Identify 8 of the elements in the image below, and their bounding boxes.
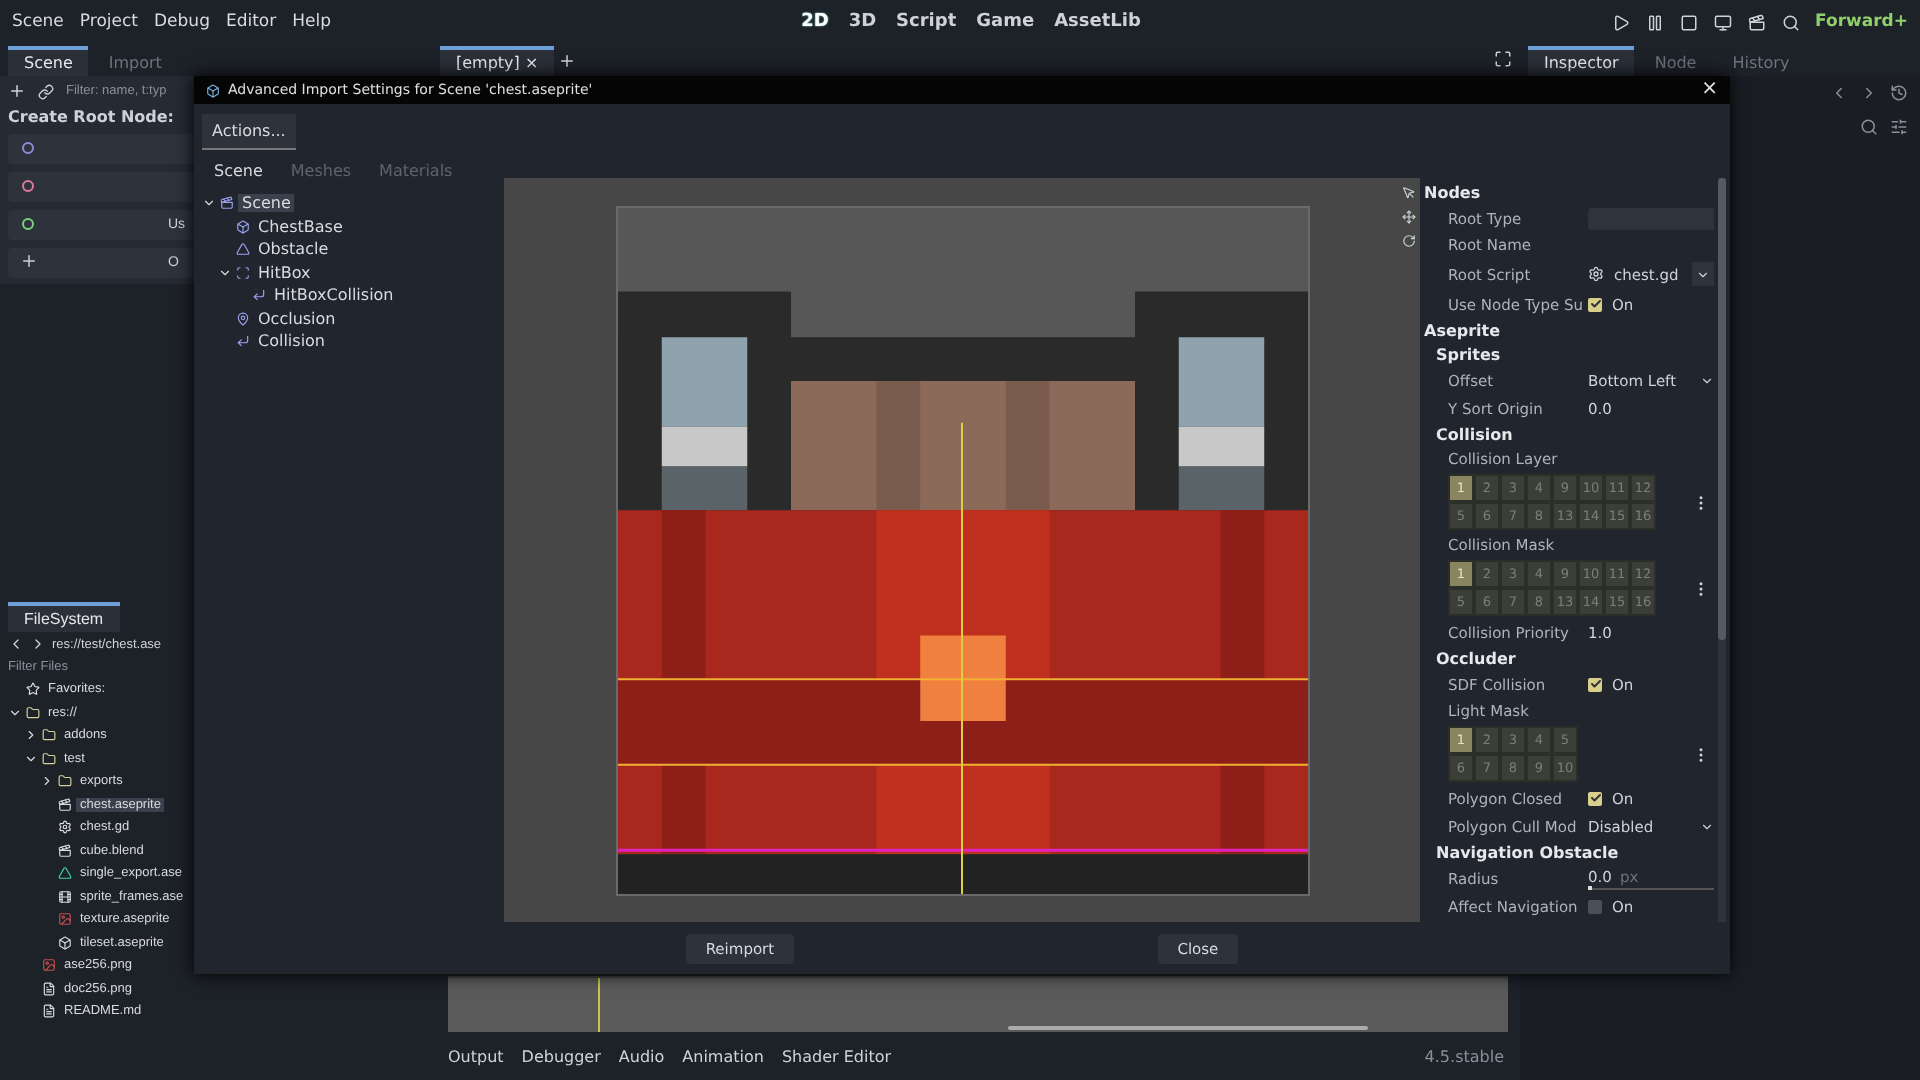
section-heading: Create Root Node:	[8, 108, 174, 126]
section-heading: Nodes	[1424, 183, 1481, 201]
subsection-heading: Navigation Obstacle	[1436, 843, 1619, 861]
section-heading: Aseprite	[1424, 321, 1501, 339]
subsection-heading: Collision	[1436, 425, 1513, 443]
version-label: 4.5.stable	[1424, 1047, 1504, 1065]
subsection-heading: Occluder	[1436, 649, 1516, 667]
subsection-heading: Sprites	[1436, 345, 1501, 363]
